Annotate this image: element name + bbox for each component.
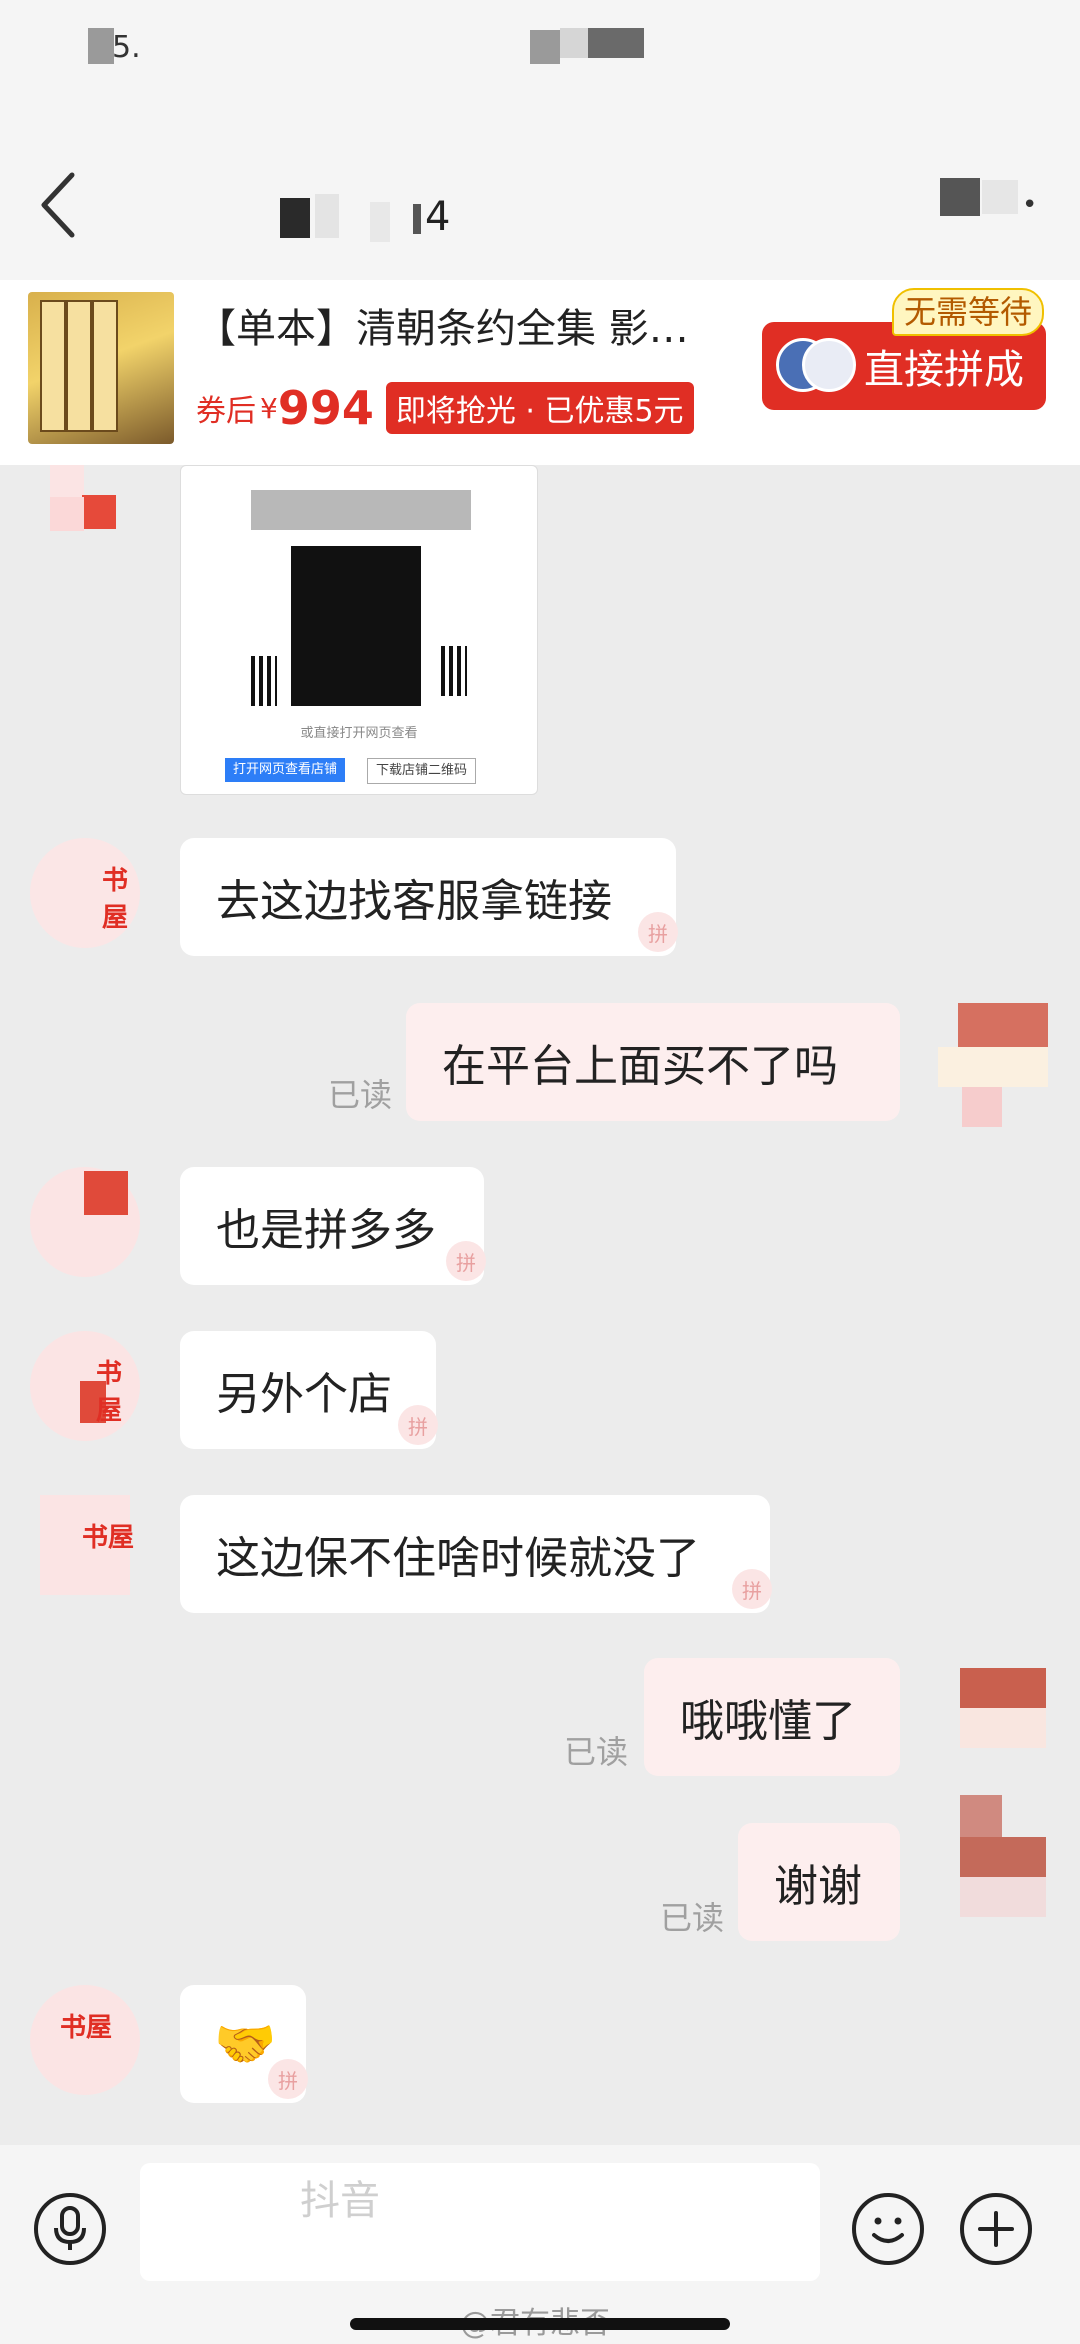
message-bubble-received[interactable]: 也是拼多多 拼	[180, 1167, 486, 1285]
pin-icon: 拼	[732, 1569, 772, 1609]
coupon-label: 券后	[196, 394, 256, 429]
user-avatar[interactable]	[938, 1795, 1048, 1945]
dots-icon: •	[1022, 190, 1038, 220]
shop-avatar[interactable]: 书屋	[30, 838, 140, 948]
status-bar: 5.	[0, 0, 1080, 150]
pin-icon: 拼	[638, 912, 678, 952]
voice-input-button[interactable]	[34, 2193, 106, 2265]
shop-avatar[interactable]	[30, 465, 140, 575]
product-thumbnail	[28, 292, 174, 444]
smiley-icon	[872, 2217, 904, 2243]
shop-avatar[interactable]: 书屋	[30, 1331, 140, 1441]
pin-icon: 拼	[268, 2059, 308, 2099]
message-bubble-sent[interactable]: 谢谢	[738, 1823, 900, 1941]
message-list[interactable]: 或直接打开网页查看 打开网页查看店铺 下载店铺二维码 书屋 去这边找客服拿链接 …	[0, 465, 1080, 2145]
message-bubble-received[interactable]: 另外个店 拼	[180, 1331, 438, 1449]
shop-qr-card[interactable]: 或直接打开网页查看 打开网页查看店铺 下载店铺二维码	[180, 465, 538, 795]
open-web-button[interactable]: 打开网页查看店铺	[225, 758, 346, 782]
read-status: 已读	[328, 1076, 393, 1114]
chat-screen: 5. 4 • 【单本】清朝条约全集 影… 券后 ¥ 994 即将抢光 · 已优惠…	[0, 0, 1080, 2344]
chat-title-fragment: 4	[425, 194, 451, 240]
more-actions-button[interactable]	[960, 2193, 1032, 2265]
chevron-left-icon	[41, 172, 75, 238]
qr-code-image	[291, 546, 421, 706]
emoji-button[interactable]	[852, 2193, 924, 2265]
no-wait-tag: 无需等待	[892, 288, 1045, 336]
user-avatar[interactable]	[938, 1003, 1048, 1127]
read-status: 已读	[564, 1733, 629, 1771]
handshake-icon: 🤝	[214, 2014, 277, 2073]
price-value: 994	[277, 381, 374, 435]
user-avatar[interactable]	[938, 1658, 1048, 1768]
message-bubble-received[interactable]: 这边保不住啥时候就没了 拼	[180, 1495, 772, 1613]
shop-avatar[interactable]: 书屋	[30, 1495, 140, 1605]
more-options-button[interactable]: •	[920, 170, 1050, 230]
promo-badge: 即将抢光 · 已优惠5元	[385, 382, 694, 434]
buy-now-label: 直接拼成	[864, 347, 1024, 393]
pin-icon: 拼	[446, 1241, 486, 1281]
qr-caption: 或直接打开网页查看	[300, 726, 418, 741]
home-indicator[interactable]	[350, 2318, 730, 2330]
status-icons-blur	[530, 30, 560, 64]
price-row: 券后 ¥ 994 即将抢光 · 已优惠5元	[196, 380, 694, 436]
currency-symbol: ¥	[260, 391, 278, 425]
pin-icon: 拼	[398, 1405, 438, 1445]
product-title: 【单本】清朝条约全集 影…	[196, 306, 689, 352]
download-qr-button[interactable]: 下载店铺二维码	[367, 758, 477, 784]
chat-header: 4 •	[0, 140, 1080, 280]
back-button[interactable]	[30, 165, 90, 245]
read-status: 已读	[660, 1899, 725, 1937]
status-time-blur	[88, 28, 114, 64]
chat-title: 4	[280, 168, 670, 242]
status-time-fragment: 5.	[112, 30, 141, 65]
message-bubble-received[interactable]: 去这边找客服拿链接 拼	[180, 838, 678, 956]
platform-watermark: 抖音	[300, 2178, 380, 2224]
buyer-avatar	[802, 338, 856, 392]
shop-avatar[interactable]	[30, 1167, 140, 1277]
shop-avatar[interactable]: 书屋	[30, 1985, 140, 2095]
group-buyer-avatars	[776, 338, 856, 394]
message-bubble-sent[interactable]: 在平台上面买不了吗	[406, 1003, 900, 1121]
product-card[interactable]: 【单本】清朝条约全集 影… 券后 ¥ 994 即将抢光 · 已优惠5元 直接拼成…	[0, 280, 1080, 465]
message-input[interactable]	[140, 2163, 820, 2281]
plus-icon	[978, 2211, 1014, 2247]
message-bubble-received[interactable]: 🤝 拼	[180, 1985, 308, 2103]
microphone-icon	[54, 2206, 86, 2250]
message-bubble-sent[interactable]: 哦哦懂了	[644, 1658, 900, 1776]
